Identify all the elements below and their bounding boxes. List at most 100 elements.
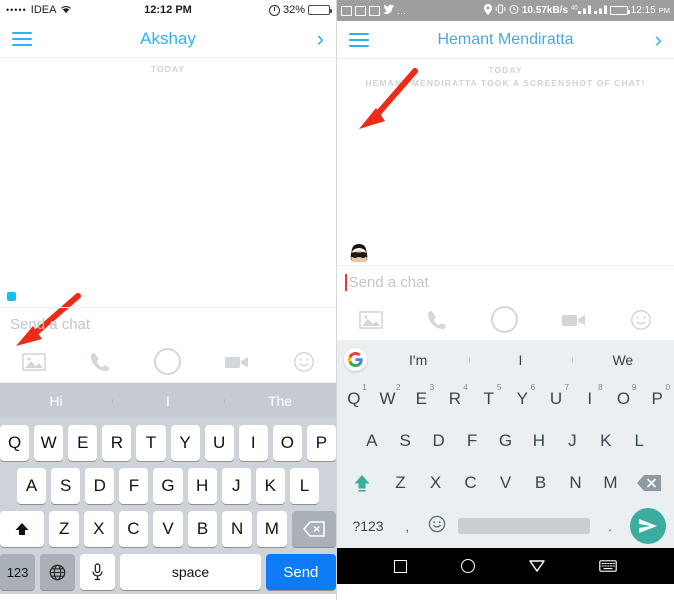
key-m[interactable]: M (256, 511, 287, 547)
text-caret (345, 274, 347, 291)
google-logo-icon[interactable] (344, 348, 367, 371)
key-y[interactable]: 6Y (506, 378, 540, 420)
key-p[interactable]: 0P (640, 378, 674, 420)
mic-icon[interactable] (80, 554, 116, 590)
key-b[interactable]: B (523, 462, 558, 504)
key-c[interactable]: C (118, 511, 149, 547)
circle-home-icon[interactable] (461, 559, 475, 573)
hamburger-icon[interactable] (349, 32, 369, 47)
key-q[interactable]: Q (0, 425, 30, 461)
android-chat-input[interactable]: Send a chat (337, 265, 674, 299)
hide-keyboard-icon[interactable] (599, 560, 617, 572)
twitter-icon (383, 4, 394, 17)
key-h[interactable]: H (187, 468, 217, 504)
key-n[interactable]: N (222, 511, 252, 547)
camera-icon[interactable] (490, 306, 518, 333)
key-t[interactable]: T (136, 425, 166, 461)
backspace-icon[interactable] (628, 474, 670, 492)
key-u[interactable]: 7U (539, 378, 573, 420)
more-icon: … (397, 5, 406, 16)
symbols-key[interactable]: ?123 (343, 518, 393, 534)
key-o[interactable]: 9O (607, 378, 641, 420)
key-v[interactable]: V (153, 511, 183, 547)
key-l[interactable]: L (623, 420, 656, 462)
blue-square-dot-icon (7, 292, 16, 301)
key-w[interactable]: 2W (371, 378, 405, 420)
video-icon[interactable] (561, 312, 587, 328)
key-k[interactable]: K (255, 468, 285, 504)
key-o[interactable]: O (272, 425, 302, 461)
key-f[interactable]: F (119, 468, 149, 504)
key-a[interactable]: A (17, 468, 47, 504)
key-q[interactable]: 1Q (337, 378, 371, 420)
suggestion-1[interactable]: I (112, 393, 224, 409)
hamburger-icon[interactable] (12, 31, 32, 46)
key-s[interactable]: S (388, 420, 421, 462)
key-i[interactable]: I (238, 425, 268, 461)
numeric-key[interactable]: 123 (0, 554, 36, 590)
key-j[interactable]: J (556, 420, 589, 462)
globe-icon[interactable] (40, 554, 76, 590)
android-suggestion-items: I'm I We (367, 352, 674, 368)
key-a[interactable]: A (355, 420, 388, 462)
key-m[interactable]: M (593, 462, 628, 504)
backspace-icon[interactable] (291, 511, 336, 547)
key-x[interactable]: X (84, 511, 114, 547)
key-e[interactable]: E (68, 425, 98, 461)
space-key[interactable]: space (120, 554, 261, 590)
key-f[interactable]: F (455, 420, 488, 462)
emoji-icon[interactable] (421, 515, 452, 538)
ios-chat-input[interactable]: Send a chat (0, 307, 336, 341)
key-g[interactable]: G (153, 468, 183, 504)
gallery-icon[interactable] (358, 310, 383, 330)
period-key[interactable]: . (596, 519, 624, 534)
shift-icon[interactable] (0, 511, 45, 547)
video-icon[interactable] (224, 354, 250, 370)
key-p[interactable]: P (306, 425, 336, 461)
sticker-icon[interactable] (293, 351, 315, 373)
camera-icon[interactable] (153, 348, 181, 375)
key-w[interactable]: W (34, 425, 64, 461)
suggestion-1[interactable]: I (469, 352, 571, 368)
gallery-icon[interactable] (21, 352, 46, 372)
square-recents-icon[interactable] (394, 559, 407, 573)
phone-icon[interactable] (426, 309, 448, 331)
key-t[interactable]: 5T (472, 378, 506, 420)
key-e[interactable]: 3E (404, 378, 438, 420)
suggestion-0[interactable]: Hi (0, 393, 112, 409)
key-c[interactable]: C (453, 462, 488, 504)
key-y[interactable]: Y (170, 425, 200, 461)
key-h[interactable]: H (522, 420, 555, 462)
chevron-right-icon[interactable]: › (317, 27, 324, 50)
comma-key[interactable]: , (393, 519, 421, 534)
sticker-icon[interactable] (630, 309, 652, 331)
key-g[interactable]: G (489, 420, 522, 462)
key-j[interactable]: J (221, 468, 251, 504)
suggestion-0[interactable]: I'm (367, 352, 469, 368)
key-z[interactable]: Z (49, 511, 80, 547)
key-n[interactable]: N (558, 462, 593, 504)
key-r[interactable]: 4R (438, 378, 472, 420)
send-button[interactable] (630, 508, 667, 544)
phone-icon[interactable] (89, 351, 111, 373)
key-s[interactable]: S (51, 468, 81, 504)
key-r[interactable]: R (102, 425, 132, 461)
key-v[interactable]: V (488, 462, 523, 504)
send-button[interactable]: Send (265, 554, 336, 590)
key-d[interactable]: D (85, 468, 115, 504)
key-x[interactable]: X (418, 462, 453, 504)
key-d[interactable]: D (422, 420, 455, 462)
key-z[interactable]: Z (383, 462, 418, 504)
suggestion-2[interactable]: The (224, 393, 336, 409)
key-l[interactable]: L (289, 468, 319, 504)
space-key[interactable] (458, 518, 590, 534)
key-i[interactable]: 8I (573, 378, 607, 420)
key-b[interactable]: B (187, 511, 218, 547)
shift-icon[interactable] (341, 472, 383, 494)
key-u[interactable]: U (204, 425, 234, 461)
suggestion-2[interactable]: We (571, 352, 674, 368)
chevron-right-icon[interactable]: › (655, 28, 662, 51)
triangle-back-icon[interactable] (529, 560, 545, 572)
key-k[interactable]: K (589, 420, 622, 462)
ios-keyboard: Hi I The Q W E R T Y U I O P A S D F G H… (0, 383, 336, 594)
